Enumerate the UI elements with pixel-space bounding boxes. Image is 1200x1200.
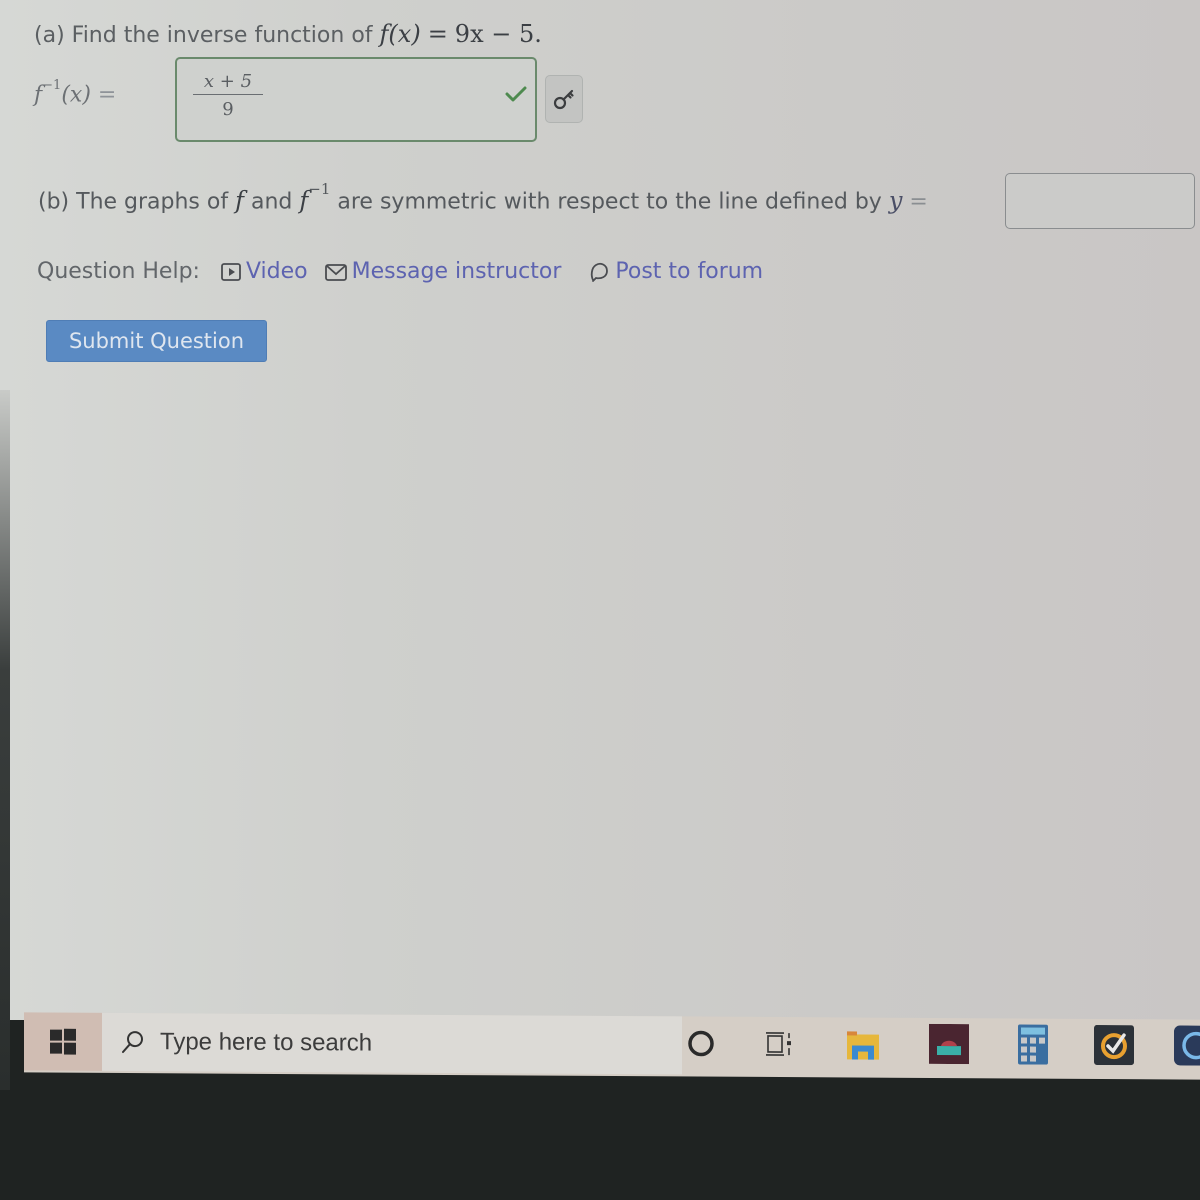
- task-view-icon: [766, 1032, 791, 1056]
- calculator-icon: [1018, 1024, 1048, 1065]
- answer-denominator: 9: [222, 99, 234, 120]
- file-explorer-button[interactable]: [846, 1029, 880, 1061]
- store-button[interactable]: [929, 1023, 969, 1065]
- forum-icon: [591, 262, 609, 282]
- question-help: Question Help: Video Message instructor …: [37, 259, 763, 284]
- video-link-label: Video: [245, 259, 308, 284]
- inverse-label: f−1(x) =: [34, 78, 117, 108]
- norton-icon: [1094, 1024, 1134, 1066]
- function-expression: 9x − 5.: [454, 20, 542, 48]
- post-to-forum-link[interactable]: Post to forum: [587, 259, 763, 284]
- view-answer-key-button[interactable]: [545, 75, 583, 123]
- part-b-y: y: [888, 186, 903, 215]
- search-placeholder: Type here to search: [160, 1028, 373, 1057]
- monitor-bezel: [0, 390, 10, 1090]
- mail-icon: [324, 263, 347, 281]
- part-a-prefix: (a) Find the inverse function of: [34, 23, 373, 48]
- key-icon: [553, 89, 574, 110]
- function-name: f(x): [379, 20, 421, 48]
- part-b-prompt: (b) The graphs of f and f−1 are symmetri…: [38, 180, 928, 215]
- checkmark-icon: [505, 86, 527, 102]
- question-help-label: Question Help:: [37, 259, 200, 284]
- video-icon: [221, 262, 241, 281]
- part-b-finv: f: [299, 186, 309, 215]
- part-a-prompt: (a) Find the inverse function of f(x) = …: [34, 20, 542, 48]
- inverse-f: f: [34, 82, 43, 108]
- inverse-exponent: −1: [42, 78, 62, 93]
- symmetry-line-input[interactable]: [1005, 173, 1195, 229]
- submit-question-button[interactable]: Submit Question: [46, 320, 267, 362]
- app-button[interactable]: [1174, 1025, 1200, 1066]
- task-view-button[interactable]: [764, 1029, 794, 1059]
- search-icon: [122, 1031, 143, 1054]
- post-to-forum-label: Post to forum: [615, 259, 764, 284]
- message-instructor-label: Message instructor: [351, 259, 562, 284]
- browser-viewport: (a) Find the inverse function of f(x) = …: [0, 0, 1200, 1020]
- part-b-f: f: [235, 186, 244, 215]
- part-b-prefix: (b) The graphs of: [38, 189, 229, 215]
- part-b-equals: =: [909, 189, 928, 215]
- part-b-exponent: −1: [308, 180, 331, 198]
- cortana-icon: [688, 1030, 714, 1057]
- store-icon: [929, 1023, 969, 1065]
- part-b-suffix: are symmetric with respect to the line d…: [337, 189, 882, 215]
- calculator-button[interactable]: [1018, 1024, 1048, 1065]
- part-b-and: and: [250, 189, 293, 215]
- app-icon: [1174, 1025, 1200, 1066]
- windows-taskbar: Type here to search: [24, 1012, 1200, 1080]
- message-instructor-link[interactable]: Message instructor: [324, 259, 562, 284]
- video-link[interactable]: Video: [220, 259, 308, 284]
- inverse-answer-input[interactable]: x + 5 9: [175, 57, 537, 142]
- start-button[interactable]: [24, 1012, 102, 1071]
- answer-fraction: x + 5 9: [193, 71, 263, 120]
- taskbar-search-box[interactable]: Type here to search: [102, 1012, 682, 1075]
- norton-button[interactable]: [1094, 1024, 1134, 1066]
- inverse-equals: =: [97, 82, 117, 108]
- windows-logo-icon: [50, 1028, 76, 1055]
- equals-sign: =: [427, 20, 448, 48]
- answer-numerator: x + 5: [193, 71, 263, 95]
- inverse-arg: (x): [61, 82, 91, 108]
- file-explorer-icon: [847, 1031, 879, 1060]
- cortana-button[interactable]: [686, 1028, 716, 1058]
